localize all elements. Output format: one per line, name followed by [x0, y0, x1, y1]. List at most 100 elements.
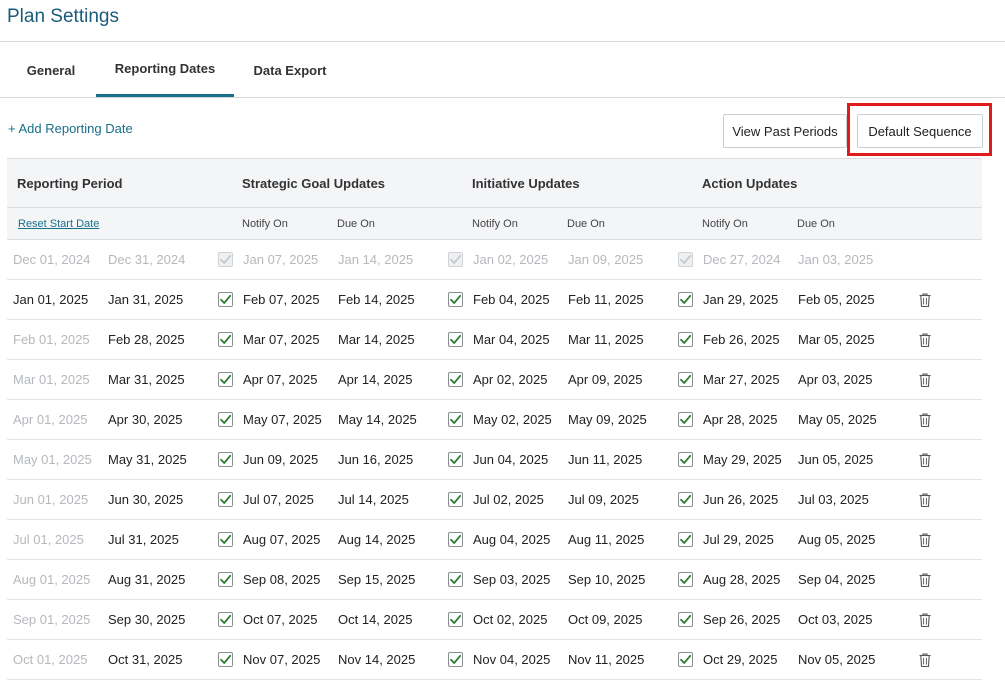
goal-due-date[interactable]: Jul 14, 2025: [338, 492, 409, 507]
start-date[interactable]: Jul 01, 2025: [13, 532, 84, 547]
initiative-updates-checkbox[interactable]: [448, 332, 463, 347]
goal-due-date[interactable]: Aug 14, 2025: [338, 532, 415, 547]
goal-updates-checkbox[interactable]: [218, 452, 233, 467]
action-due-date[interactable]: Feb 05, 2025: [798, 292, 875, 307]
goal-notify-date[interactable]: May 07, 2025: [243, 412, 322, 427]
goal-due-date[interactable]: Nov 14, 2025: [338, 652, 415, 667]
action-updates-checkbox[interactable]: [678, 372, 693, 387]
end-date[interactable]: Oct 31, 2025: [108, 652, 182, 667]
goal-due-date[interactable]: Jan 14, 2025: [338, 252, 413, 267]
initiative-updates-checkbox[interactable]: [448, 572, 463, 587]
tab-data-export[interactable]: Data Export: [236, 42, 344, 98]
initiative-notify-date[interactable]: Sep 03, 2025: [473, 572, 550, 587]
start-date[interactable]: Oct 01, 2025: [13, 652, 87, 667]
goal-notify-date[interactable]: Sep 08, 2025: [243, 572, 320, 587]
trash-icon[interactable]: [918, 572, 932, 588]
add-reporting-date-link[interactable]: + Add Reporting Date: [8, 121, 133, 136]
reset-start-date-link[interactable]: Reset Start Date: [18, 218, 99, 230]
action-notify-date[interactable]: Mar 27, 2025: [703, 372, 780, 387]
initiative-updates-checkbox[interactable]: [448, 452, 463, 467]
start-date[interactable]: Jan 01, 2025: [13, 292, 88, 307]
trash-icon[interactable]: [918, 452, 932, 468]
goal-updates-checkbox[interactable]: [218, 332, 233, 347]
end-date[interactable]: Mar 31, 2025: [108, 372, 185, 387]
initiative-notify-date[interactable]: Jun 04, 2025: [473, 452, 548, 467]
initiative-notify-date[interactable]: Aug 04, 2025: [473, 532, 550, 547]
initiative-due-date[interactable]: May 09, 2025: [568, 412, 647, 427]
initiative-due-date[interactable]: Oct 09, 2025: [568, 612, 642, 627]
goal-due-date[interactable]: Sep 15, 2025: [338, 572, 415, 587]
start-date[interactable]: May 01, 2025: [13, 452, 92, 467]
end-date[interactable]: Jan 31, 2025: [108, 292, 183, 307]
action-notify-date[interactable]: Dec 27, 2024: [703, 252, 780, 267]
end-date[interactable]: Apr 30, 2025: [108, 412, 182, 427]
initiative-notify-date[interactable]: Mar 04, 2025: [473, 332, 550, 347]
trash-icon[interactable]: [918, 492, 932, 508]
initiative-notify-date[interactable]: Jan 02, 2025: [473, 252, 548, 267]
goal-updates-checkbox[interactable]: [218, 652, 233, 667]
goal-updates-checkbox[interactable]: [218, 492, 233, 507]
goal-due-date[interactable]: Apr 14, 2025: [338, 372, 412, 387]
goal-updates-checkbox[interactable]: [218, 412, 233, 427]
action-updates-checkbox[interactable]: [678, 292, 693, 307]
goal-updates-checkbox[interactable]: [218, 372, 233, 387]
initiative-due-date[interactable]: Mar 11, 2025: [568, 332, 644, 347]
action-due-date[interactable]: Mar 05, 2025: [798, 332, 875, 347]
initiative-updates-checkbox[interactable]: [448, 532, 463, 547]
action-due-date[interactable]: Oct 03, 2025: [798, 612, 872, 627]
tab-general[interactable]: General: [8, 42, 94, 98]
action-due-date[interactable]: Nov 05, 2025: [798, 652, 875, 667]
goal-notify-date[interactable]: Feb 07, 2025: [243, 292, 320, 307]
end-date[interactable]: May 31, 2025: [108, 452, 187, 467]
action-due-date[interactable]: Jan 03, 2025: [798, 252, 873, 267]
goal-notify-date[interactable]: Jul 07, 2025: [243, 492, 314, 507]
initiative-due-date[interactable]: Jun 11, 2025: [568, 452, 642, 467]
action-updates-checkbox[interactable]: [678, 652, 693, 667]
action-updates-checkbox[interactable]: [678, 612, 693, 627]
start-date[interactable]: Apr 01, 2025: [13, 412, 87, 427]
action-notify-date[interactable]: Feb 26, 2025: [703, 332, 780, 347]
action-notify-date[interactable]: May 29, 2025: [703, 452, 782, 467]
goal-due-date[interactable]: Feb 14, 2025: [338, 292, 415, 307]
initiative-due-date[interactable]: Jul 09, 2025: [568, 492, 639, 507]
goal-updates-checkbox[interactable]: [218, 612, 233, 627]
goal-notify-date[interactable]: Jun 09, 2025: [243, 452, 318, 467]
start-date[interactable]: Aug 01, 2025: [13, 572, 90, 587]
action-due-date[interactable]: May 05, 2025: [798, 412, 877, 427]
start-date[interactable]: Feb 01, 2025: [13, 332, 90, 347]
start-date[interactable]: Mar 01, 2025: [13, 372, 90, 387]
initiative-updates-checkbox[interactable]: [448, 372, 463, 387]
end-date[interactable]: Jul 31, 2025: [108, 532, 179, 547]
initiative-notify-date[interactable]: Jul 02, 2025: [473, 492, 544, 507]
initiative-due-date[interactable]: Aug 11, 2025: [568, 532, 644, 547]
goal-notify-date[interactable]: Mar 07, 2025: [243, 332, 320, 347]
trash-icon[interactable]: [918, 292, 932, 308]
action-notify-date[interactable]: Sep 26, 2025: [703, 612, 780, 627]
start-date[interactable]: Sep 01, 2025: [13, 612, 90, 627]
initiative-notify-date[interactable]: Oct 02, 2025: [473, 612, 547, 627]
end-date[interactable]: Dec 31, 2024: [108, 252, 185, 267]
action-due-date[interactable]: Jun 05, 2025: [798, 452, 873, 467]
action-updates-checkbox[interactable]: [678, 332, 693, 347]
action-due-date[interactable]: Jul 03, 2025: [798, 492, 869, 507]
trash-icon[interactable]: [918, 332, 932, 348]
initiative-notify-date[interactable]: Nov 04, 2025: [473, 652, 550, 667]
initiative-notify-date[interactable]: Apr 02, 2025: [473, 372, 547, 387]
view-past-periods-button[interactable]: View Past Periods: [723, 114, 847, 148]
action-notify-date[interactable]: Jun 26, 2025: [703, 492, 778, 507]
goal-notify-date[interactable]: Nov 07, 2025: [243, 652, 320, 667]
default-sequence-button[interactable]: Default Sequence: [857, 114, 983, 148]
goal-notify-date[interactable]: Jan 07, 2025: [243, 252, 318, 267]
initiative-updates-checkbox[interactable]: [448, 652, 463, 667]
goal-due-date[interactable]: Jun 16, 2025: [338, 452, 413, 467]
goal-due-date[interactable]: Mar 14, 2025: [338, 332, 415, 347]
goal-due-date[interactable]: May 14, 2025: [338, 412, 417, 427]
initiative-due-date[interactable]: Apr 09, 2025: [568, 372, 642, 387]
action-updates-checkbox[interactable]: [678, 412, 693, 427]
action-notify-date[interactable]: Aug 28, 2025: [703, 572, 780, 587]
action-notify-date[interactable]: Apr 28, 2025: [703, 412, 777, 427]
end-date[interactable]: Sep 30, 2025: [108, 612, 185, 627]
end-date[interactable]: Jun 30, 2025: [108, 492, 183, 507]
goal-updates-checkbox[interactable]: [218, 572, 233, 587]
trash-icon[interactable]: [918, 412, 932, 428]
